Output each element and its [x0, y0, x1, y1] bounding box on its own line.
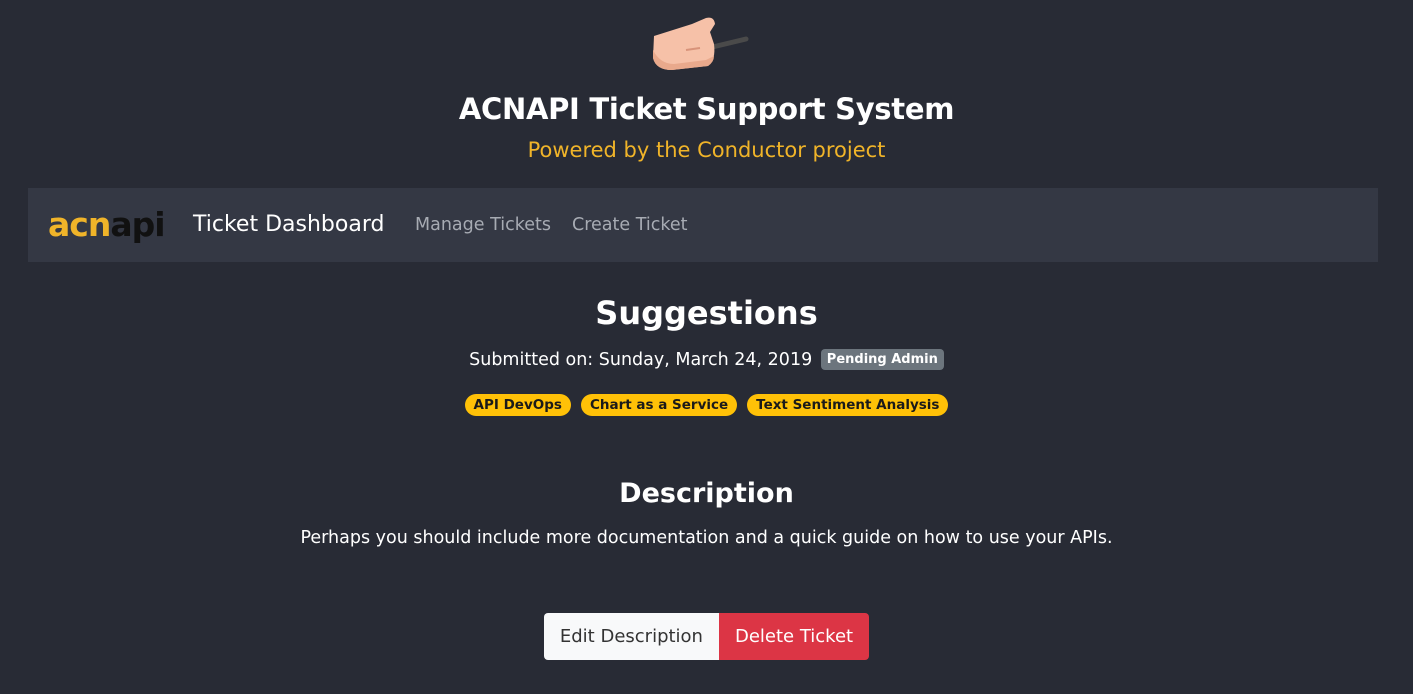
ticket-title: Suggestions — [595, 294, 818, 332]
nav-ticket-dashboard[interactable]: Ticket Dashboard — [193, 212, 384, 237]
site-title: ACNAPI Ticket Support System — [458, 92, 955, 126]
tag-badge: Text Sentiment Analysis — [747, 394, 949, 416]
submitted-prefix: Submitted on: — [469, 350, 599, 370]
edit-description-button[interactable]: Edit Description — [543, 613, 719, 660]
description-text: Perhaps you should include more document… — [300, 528, 1113, 548]
conductor-hand-icon — [653, 17, 749, 71]
page: ACNAPI Ticket Support System Powered by … — [0, 0, 1413, 694]
submitted-date: Sunday, March 24, 2019 — [598, 350, 813, 370]
tag-badge: API DevOps — [464, 394, 571, 416]
brand-logo-api: api — [110, 205, 165, 244]
tag-badge: Chart as a Service — [580, 394, 738, 416]
nav-create-ticket[interactable]: Create Ticket — [572, 215, 688, 235]
tag-list: API DevOps Chart as a Service Text Senti… — [0, 394, 1413, 416]
action-buttons: Edit Description Delete Ticket — [0, 613, 1413, 660]
delete-ticket-button[interactable]: Delete Ticket — [718, 613, 870, 660]
nav-manage-tickets[interactable]: Manage Tickets — [415, 215, 551, 235]
submitted-row: Submitted on: Sunday, March 24, 2019 Pen… — [0, 349, 1413, 370]
brand-logo-acn: acn — [48, 205, 111, 244]
brand-logo[interactable]: acnapi — [48, 205, 166, 244]
description-heading: Description — [619, 478, 794, 509]
status-badge: Pending Admin — [820, 349, 944, 370]
site-subtitle: Powered by the Conductor project — [527, 138, 886, 162]
top-navbar: acnapi Ticket Dashboard Manage Tickets C… — [28, 188, 1378, 262]
